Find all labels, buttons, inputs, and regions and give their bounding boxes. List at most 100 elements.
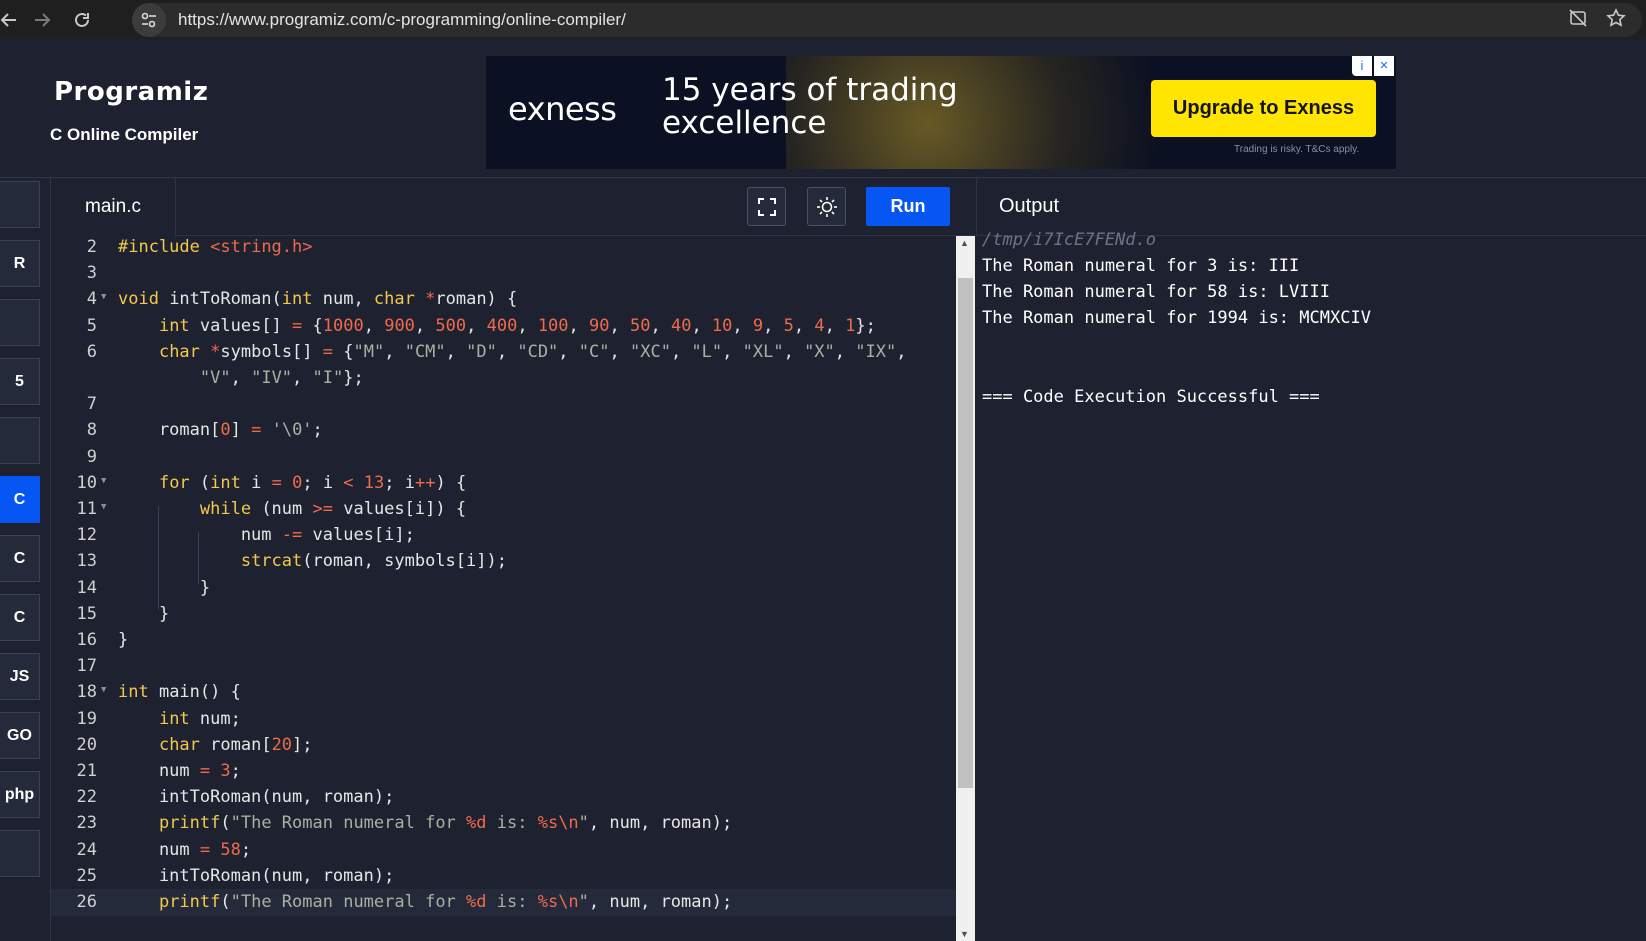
code-line[interactable]: 10 ▼ for (int i = 0; i < 13; i++) { <box>51 470 956 497</box>
code-line[interactable]: 23 printf("The Roman numeral for %d is: … <box>51 810 956 837</box>
line-number: 21 <box>76 761 97 781</box>
code-text: for (int i = 0; i < 13; i++) { <box>158 472 467 493</box>
code-text: void intToRoman(int num, char *roman) { <box>118 289 518 310</box>
fold-arrow-icon[interactable]: ▼ <box>101 292 106 302</box>
code-text: num = 58; <box>118 839 252 860</box>
tab-main-c[interactable]: main.c <box>51 178 176 236</box>
r-icon[interactable]: R <box>0 240 40 287</box>
code-line[interactable]: 21 num = 3; <box>51 758 956 785</box>
reload-button[interactable] <box>62 0 102 39</box>
line-number: 4 <box>86 289 97 310</box>
html-icon[interactable]: 5 <box>0 358 40 405</box>
code-text: printf("The Roman numeral for %d is: %s\… <box>158 813 733 834</box>
line-number: 14 <box>76 577 97 598</box>
code-line[interactable]: 19 int num; <box>51 706 956 733</box>
output-header: Output <box>976 178 1646 236</box>
code-line[interactable]: "V", "IV", "I"}; <box>51 365 956 392</box>
editor-scrollbar[interactable]: ▲ ▼ <box>956 236 975 941</box>
code-text: int values[] = {1000, 900, 500, 400, 100… <box>158 315 876 336</box>
line-number: 17 <box>76 656 97 677</box>
c-icon[interactable]: C <box>0 476 40 523</box>
url-text[interactable]: https://www.programiz.com/c-programming/… <box>178 10 626 30</box>
fold-arrow-icon[interactable]: ▼ <box>101 685 106 695</box>
code-line[interactable]: 5 int values[] = {1000, 900, 500, 400, 1… <box>51 313 956 340</box>
code-line[interactable]: 3 <box>51 260 956 287</box>
code-line[interactable]: 13 strcat(roman, symbols[i]); <box>51 548 956 575</box>
site-info-button[interactable] <box>132 3 166 37</box>
back-arrow-icon <box>0 12 16 27</box>
theme-toggle-button[interactable] <box>807 187 846 226</box>
advertisement-banner[interactable]: exness 15 years of trading excellence Up… <box>486 56 1396 169</box>
ad-cta-button[interactable]: Upgrade to Exness <box>1151 80 1376 137</box>
python-icon[interactable] <box>0 181 40 228</box>
code-line[interactable]: 22 intToRoman(num, roman); <box>51 784 956 811</box>
java-icon[interactable] <box>0 417 40 464</box>
code-text: int num; <box>158 708 241 729</box>
code-line[interactable]: 20 char roman[20]; <box>51 732 956 759</box>
csharp-icon[interactable]: C <box>0 594 40 641</box>
code-line[interactable]: 18 ▼ int main() { <box>51 679 956 706</box>
code-line[interactable]: 25 intToRoman(num, roman); <box>51 863 956 890</box>
code-line[interactable]: 6 char *symbols[] = {"M", "CM", "D", "CD… <box>51 339 956 366</box>
fold-arrow-icon[interactable]: ▼ <box>101 502 106 512</box>
ad-disclaimer: Trading is risky. T&Cs apply. <box>1234 144 1360 155</box>
php-icon[interactable]: php <box>0 771 40 818</box>
code-line[interactable]: 16} <box>51 627 956 654</box>
ad-headline: 15 years of trading excellence <box>662 72 958 141</box>
browser-toolbar: https://www.programiz.com/c-programming/… <box>0 0 1646 39</box>
cpp-icon[interactable]: C <box>0 535 40 582</box>
code-line[interactable]: 2 #include <string.h> <box>51 236 956 261</box>
code-text: intToRoman(num, roman); <box>118 865 395 886</box>
code-line[interactable]: 7 <box>51 391 956 418</box>
run-button[interactable]: Run <box>866 187 950 226</box>
code-text: strcat(roman, symbols[i]); <box>240 551 507 572</box>
back-button[interactable] <box>0 0 22 39</box>
code-text: } <box>118 603 170 624</box>
code-text: } <box>118 630 129 650</box>
code-line[interactable]: 11 ▼ while (num >= values[i]) { <box>51 496 956 523</box>
site-header: Programiz C Online Compiler exness 15 ye… <box>0 39 1646 178</box>
programiz-logo[interactable]: Programiz <box>54 77 208 107</box>
fullscreen-button[interactable] <box>747 187 786 226</box>
code-line[interactable]: 24 num = 58; <box>51 837 956 864</box>
line-number: 10 <box>76 472 97 493</box>
code-editor[interactable]: 2 #include <string.h> 3 4 ▼ void intToRoman(i… <box>51 236 956 941</box>
swift-icon[interactable] <box>0 830 40 877</box>
go-icon[interactable]: GO <box>0 712 40 759</box>
tune-icon <box>141 12 156 28</box>
line-number: 24 <box>76 839 97 860</box>
javascript-icon[interactable]: JS <box>0 653 40 700</box>
code-text: char roman[20]; <box>158 734 313 755</box>
code-line[interactable]: 17 <box>51 653 956 680</box>
scroll-up-icon[interactable]: ▲ <box>960 238 969 248</box>
code-line[interactable]: 8 roman[0] = '\0'; <box>51 417 956 444</box>
bookmark-star-icon[interactable] <box>1606 8 1626 34</box>
fold-arrow-icon[interactable]: ▼ <box>101 476 106 486</box>
address-bar[interactable]: https://www.programiz.com/c-programming/… <box>132 3 1642 37</box>
ad-brand: exness <box>508 90 617 128</box>
line-number: 25 <box>76 865 97 886</box>
ad-info-icon[interactable]: i <box>1352 56 1372 76</box>
ad-close-icon[interactable]: × <box>1374 56 1394 76</box>
fullscreen-icon <box>757 197 776 216</box>
line-number: 23 <box>76 813 97 834</box>
line-number: 3 <box>86 263 97 284</box>
code-line[interactable]: 12 num -= values[i]; <box>51 522 956 549</box>
code-line[interactable]: 4 ▼ void intToRoman(int num, char *roman) … <box>51 286 956 313</box>
scroll-down-icon[interactable]: ▼ <box>960 929 969 939</box>
line-number: 15 <box>76 603 97 624</box>
code-line[interactable]: 9 <box>51 444 956 471</box>
code-line[interactable]: 26 printf("The Roman numeral for %d is: … <box>51 889 956 916</box>
page-subtitle: C Online Compiler <box>50 125 199 144</box>
sql-icon[interactable] <box>0 299 40 346</box>
code-line[interactable]: 14 } <box>51 575 956 602</box>
line-number: 13 <box>76 551 97 572</box>
reload-icon <box>75 12 89 27</box>
line-number: 8 <box>86 420 97 441</box>
code-line[interactable]: 15 } <box>51 601 956 628</box>
eye-off-icon[interactable] <box>1568 8 1588 34</box>
code-text: printf("The Roman numeral for %d is: %s\… <box>158 892 733 912</box>
forward-button[interactable] <box>22 0 62 39</box>
line-number: 2 <box>86 237 97 257</box>
scrollbar-thumb[interactable] <box>958 278 973 788</box>
